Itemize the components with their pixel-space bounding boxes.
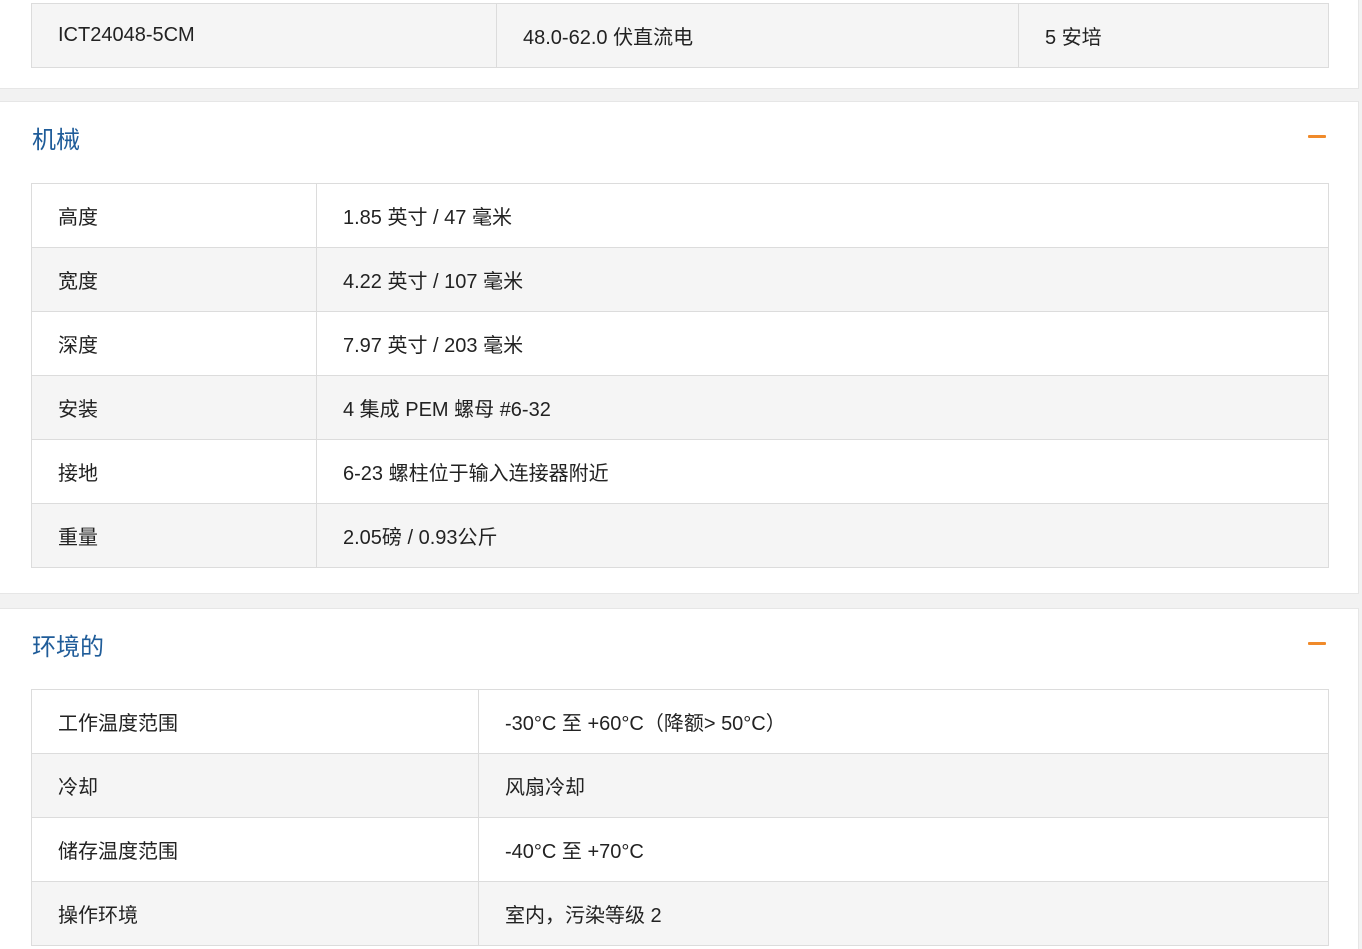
table-row: 接地 6-23 螺柱位于输入连接器附近	[31, 439, 1329, 504]
electrical-table: ICT24048-5CM 48.0-62.0 伏直流电 5 安培	[31, 3, 1329, 68]
spec-label: 重量	[31, 503, 317, 568]
section-title: 环境的	[32, 634, 104, 661]
spec-value: 1.85 英寸 / 47 毫米	[316, 183, 1329, 248]
table-row: 安装 4 集成 PEM 螺母 #6-32	[31, 375, 1329, 440]
spec-value: 室内，污染等级 2	[478, 881, 1329, 946]
spec-value: 风扇冷却	[478, 753, 1329, 818]
table-row: 深度 7.97 英寸 / 203 毫米	[31, 311, 1329, 376]
environmental-table: 工作温度范围 -30°C 至 +60°C（降额> 50°C） 冷却 风扇冷却 储…	[31, 689, 1329, 946]
collapse-button[interactable]	[1304, 124, 1332, 148]
table-row: 宽度 4.22 英寸 / 107 毫米	[31, 247, 1329, 312]
environmental-panel: 环境的 工作温度范围 -30°C 至 +60°C（降额> 50°C） 冷却 风扇…	[0, 608, 1359, 949]
spec-value: -30°C 至 +60°C（降额> 50°C）	[478, 689, 1329, 754]
spec-value: 4 集成 PEM 螺母 #6-32	[316, 375, 1329, 440]
section-title: 机械	[32, 127, 80, 154]
spec-label: 操作环境	[31, 881, 479, 946]
minus-icon	[1308, 642, 1326, 645]
table-row: 操作环境 室内，污染等级 2	[31, 881, 1329, 946]
table-row: 重量 2.05磅 / 0.93公斤	[31, 503, 1329, 568]
table-row: 高度 1.85 英寸 / 47 毫米	[31, 183, 1329, 248]
spec-label: 接地	[31, 439, 317, 504]
spec-value: -40°C 至 +70°C	[478, 817, 1329, 882]
model-cell: ICT24048-5CM	[31, 3, 497, 68]
minus-icon	[1308, 135, 1326, 138]
table-row: ICT24048-5CM 48.0-62.0 伏直流电 5 安培	[31, 3, 1329, 68]
spec-label: 工作温度范围	[31, 689, 479, 754]
spec-label: 深度	[31, 311, 317, 376]
table-row: 储存温度范围 -40°C 至 +70°C	[31, 817, 1329, 882]
electrical-panel: ICT24048-5CM 48.0-62.0 伏直流电 5 安培	[0, 0, 1359, 89]
spec-value: 6-23 螺柱位于输入连接器附近	[316, 439, 1329, 504]
table-row: 冷却 风扇冷却	[31, 753, 1329, 818]
mechanical-table: 高度 1.85 英寸 / 47 毫米 宽度 4.22 英寸 / 107 毫米 深…	[31, 183, 1329, 568]
spec-value: 7.97 英寸 / 203 毫米	[316, 311, 1329, 376]
environmental-header[interactable]: 环境的	[0, 609, 1358, 677]
mechanical-panel: 机械 高度 1.85 英寸 / 47 毫米 宽度 4.22 英寸 / 107 毫…	[0, 101, 1359, 594]
spec-label: 储存温度范围	[31, 817, 479, 882]
mechanical-header[interactable]: 机械	[0, 102, 1358, 170]
spec-label: 宽度	[31, 247, 317, 312]
current-cell: 5 安培	[1018, 3, 1329, 68]
spec-label: 安装	[31, 375, 317, 440]
spec-value: 4.22 英寸 / 107 毫米	[316, 247, 1329, 312]
spec-label: 冷却	[31, 753, 479, 818]
spec-label: 高度	[31, 183, 317, 248]
collapse-button[interactable]	[1304, 631, 1332, 655]
table-row: 工作温度范围 -30°C 至 +60°C（降额> 50°C）	[31, 689, 1329, 754]
spec-page: ICT24048-5CM 48.0-62.0 伏直流电 5 安培 机械 高度 1…	[0, 0, 1362, 949]
voltage-cell: 48.0-62.0 伏直流电	[496, 3, 1019, 68]
spec-value: 2.05磅 / 0.93公斤	[316, 503, 1329, 568]
